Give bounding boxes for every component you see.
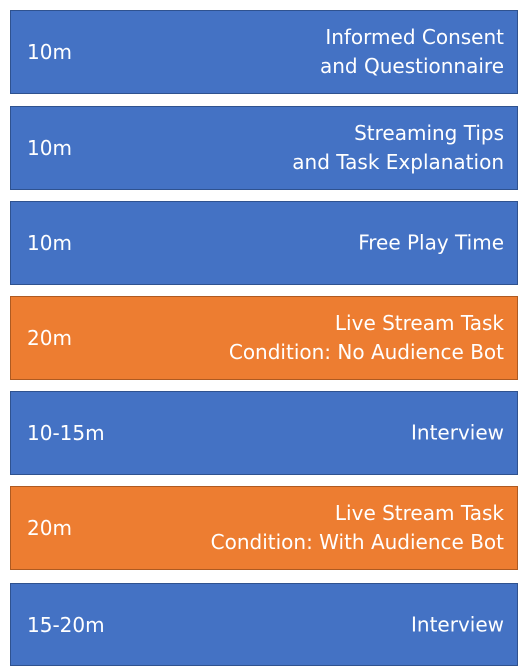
- step-block-1: 10m Informed Consent and Questionnaire: [10, 10, 518, 94]
- step-title-line: Condition: No Audience Bot: [228, 340, 504, 364]
- step-title-line: and Task Explanation: [292, 150, 504, 174]
- step-title-line: Informed Consent: [325, 25, 504, 49]
- step-duration: 10-15m: [27, 421, 105, 445]
- step-title-line: Streaming Tips: [354, 121, 504, 145]
- step-title: Interview: [411, 610, 504, 639]
- step-title-line: Live Stream Task: [334, 501, 504, 525]
- step-duration: 20m: [27, 516, 72, 540]
- step-duration: 20m: [27, 326, 72, 350]
- step-block-6: 20m Live Stream Task Condition: With Aud…: [10, 486, 518, 570]
- step-title-line: Interview: [411, 420, 504, 445]
- step-title: Free Play Time: [358, 229, 504, 258]
- step-title: Live Stream Task Condition: With Audienc…: [211, 499, 504, 557]
- step-duration: 10m: [27, 40, 72, 64]
- step-block-3: 10m Free Play Time: [10, 201, 518, 285]
- step-duration: 15-20m: [27, 612, 105, 637]
- step-title-line: Live Stream Task: [334, 311, 504, 335]
- step-title: Live Stream Task Condition: No Audience …: [229, 309, 504, 367]
- step-duration: 10m: [27, 231, 72, 255]
- step-block-7: 15-20m Interview: [10, 583, 518, 666]
- step-block-5: 10-15m Interview: [10, 391, 518, 475]
- step-block-4: 20m Live Stream Task Condition: No Audie…: [10, 296, 518, 380]
- step-title-line: Condition: With Audience Bot: [210, 530, 504, 554]
- step-title-line: Interview: [411, 612, 504, 636]
- step-title-line: and Questionnaire: [319, 54, 504, 78]
- step-block-2: 10m Streaming Tips and Task Explanation: [10, 106, 518, 190]
- step-duration: 10m: [27, 136, 72, 160]
- step-title: Streaming Tips and Task Explanation: [292, 119, 504, 177]
- step-title-line: Free Play Time: [358, 230, 504, 255]
- step-title: Informed Consent and Questionnaire: [320, 23, 504, 81]
- step-title: Interview: [411, 419, 504, 448]
